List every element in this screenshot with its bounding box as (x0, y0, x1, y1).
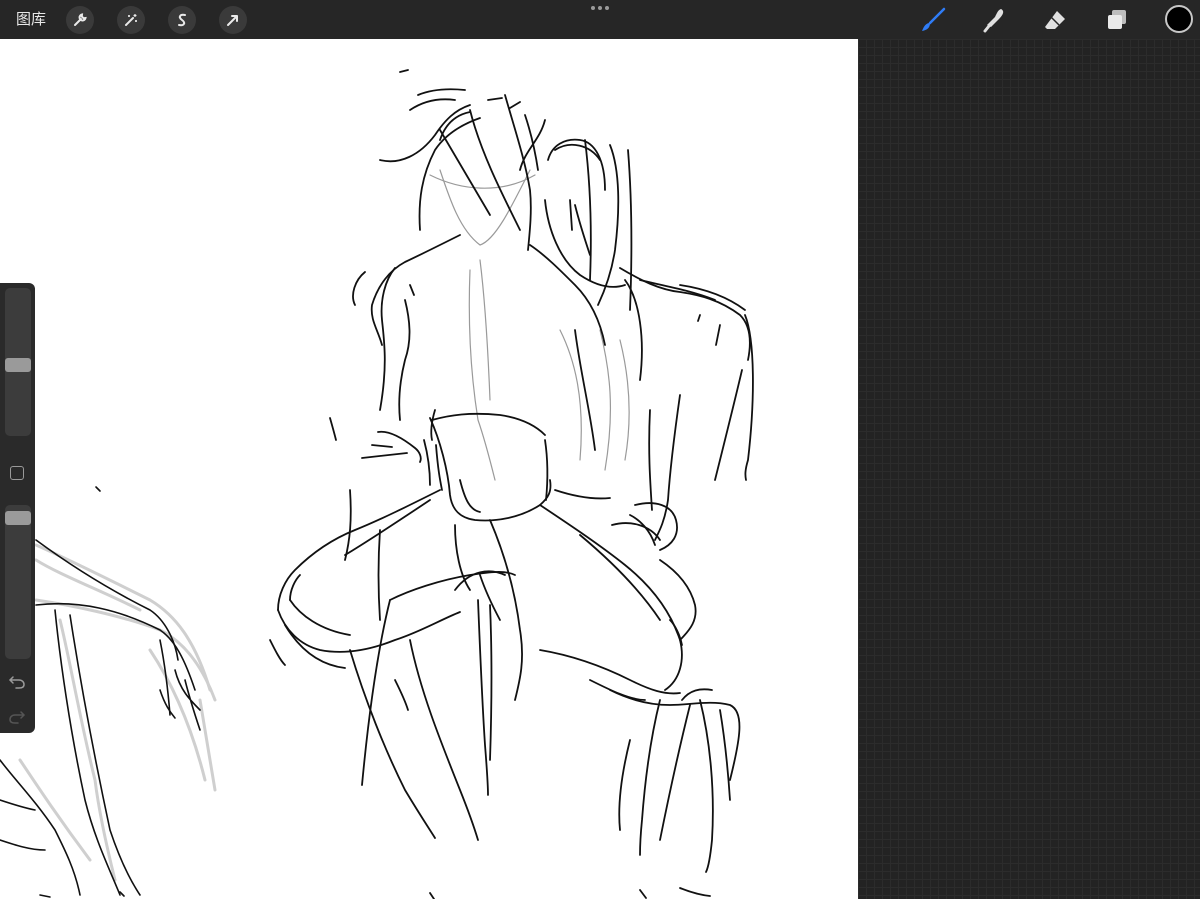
drawing-canvas[interactable] (0, 39, 858, 899)
transform-arrow-icon[interactable] (219, 6, 247, 34)
more-dots-icon[interactable] (590, 3, 610, 13)
left-sidebar (0, 283, 35, 733)
modify-button[interactable] (10, 466, 24, 480)
smudge-icon[interactable] (979, 5, 1009, 35)
brush-size-thumb[interactable] (5, 358, 31, 372)
color-picker[interactable] (1165, 5, 1193, 33)
magic-wand-icon[interactable] (117, 6, 145, 34)
layers-icon[interactable] (1102, 5, 1132, 35)
top-toolbar: 图库 (0, 0, 1200, 39)
workspace-background (858, 39, 1200, 899)
undo-icon[interactable] (8, 673, 26, 689)
opacity-slider[interactable] (5, 505, 31, 659)
opacity-thumb[interactable] (5, 511, 31, 525)
brush-icon[interactable] (918, 5, 948, 35)
brush-size-slider[interactable] (5, 288, 31, 436)
eraser-icon[interactable] (1040, 5, 1070, 35)
redo-icon[interactable] (8, 708, 26, 724)
selection-s-icon[interactable] (168, 6, 196, 34)
wrench-icon[interactable] (66, 6, 94, 34)
gallery-button[interactable]: 图库 (16, 9, 46, 29)
sketch-drawing (0, 69, 754, 899)
